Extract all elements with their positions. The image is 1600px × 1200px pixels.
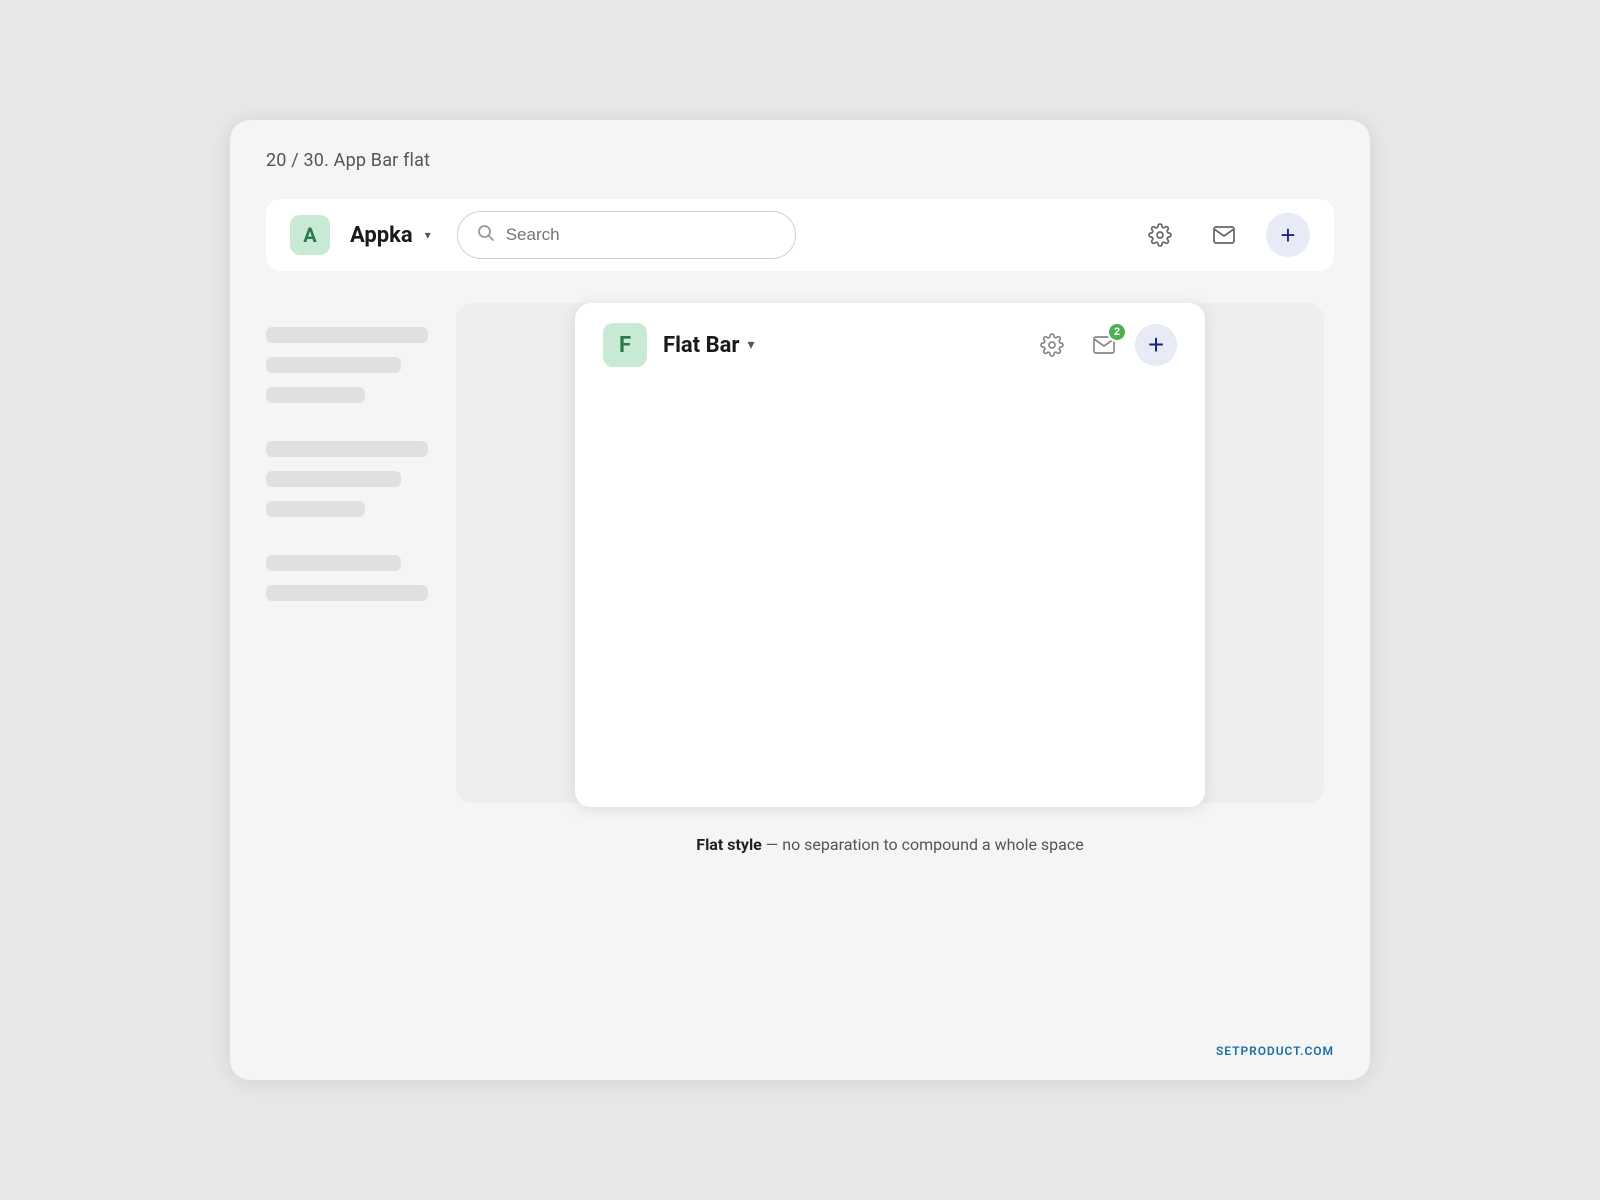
skeleton-line: [266, 327, 428, 343]
flat-card-body: [575, 387, 1205, 807]
app-avatar: A: [290, 215, 330, 255]
flat-add-button[interactable]: +: [1135, 324, 1177, 366]
attribution: SETPRODUCT.COM: [1216, 1044, 1334, 1058]
skeleton-line: [266, 555, 401, 571]
foreground-card-wrapper: F Flat Bar ▾: [575, 303, 1205, 854]
cards-area: F Flat Bar ▾: [446, 303, 1334, 823]
outer-card: 20 / 30. App Bar flat A Appka ▾: [230, 120, 1370, 1080]
add-button[interactable]: +: [1266, 213, 1310, 257]
settings-button[interactable]: [1138, 213, 1182, 257]
main-content: F Flat Bar ▾: [266, 303, 1334, 823]
skeleton-line: [266, 357, 401, 373]
flat-settings-button[interactable]: [1031, 324, 1073, 366]
flat-avatar: F: [603, 323, 647, 367]
mail-button[interactable]: [1202, 213, 1246, 257]
skeleton-line: [266, 501, 365, 517]
flat-title-group: Flat Bar ▾: [663, 333, 1015, 358]
skeleton-line: [266, 441, 428, 457]
flat-chevron-icon[interactable]: ▾: [747, 337, 754, 353]
flat-title: Flat Bar: [663, 333, 739, 358]
slide-label: 20 / 30. App Bar flat: [266, 150, 1334, 171]
skeleton-line: [266, 387, 365, 403]
sidebar-skeleton: [266, 311, 446, 617]
skeleton-line: [266, 471, 401, 487]
flat-icons: 2 +: [1031, 324, 1177, 366]
search-icon: [476, 223, 496, 248]
description: Flat style — no separation to compound a…: [575, 835, 1205, 854]
description-rest: — no separation to compound a whole spac…: [762, 835, 1084, 854]
foreground-card: F Flat Bar ▾: [575, 303, 1205, 807]
flat-app-bar: F Flat Bar ▾: [575, 303, 1205, 387]
mail-badge: 2: [1107, 322, 1127, 342]
description-bold: Flat style: [696, 835, 762, 854]
app-title-group: Appka ▾: [350, 223, 437, 248]
app-bar: A Appka ▾: [266, 199, 1334, 271]
search-bar: [457, 211, 797, 259]
app-title: Appka: [350, 223, 413, 248]
flat-mail-button[interactable]: 2: [1083, 324, 1125, 366]
skeleton-line: [266, 585, 428, 601]
search-input[interactable]: [506, 225, 778, 245]
chevron-down-icon[interactable]: ▾: [419, 226, 437, 244]
